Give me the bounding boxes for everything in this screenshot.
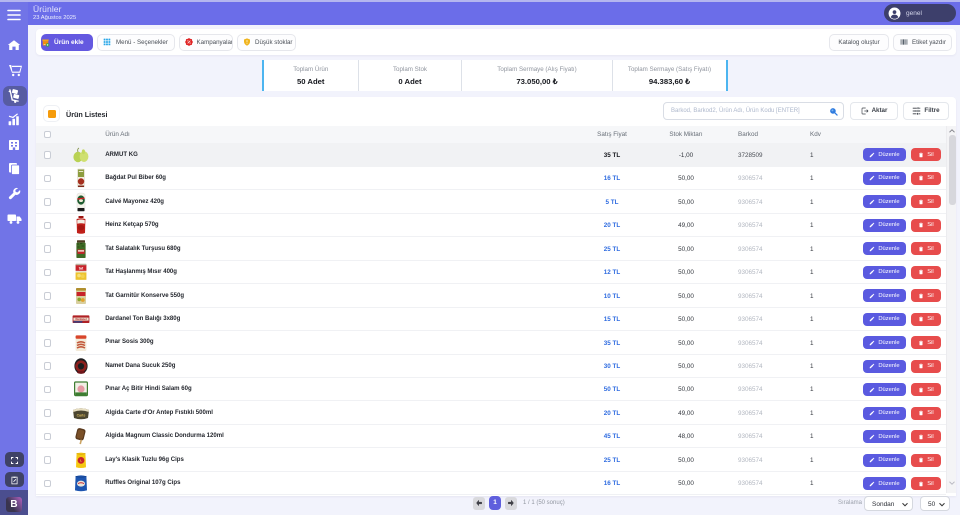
svg-text:L: L — [80, 459, 82, 463]
svg-text:Carte: Carte — [77, 414, 86, 418]
svg-text:Dardanel: Dardanel — [75, 317, 86, 321]
